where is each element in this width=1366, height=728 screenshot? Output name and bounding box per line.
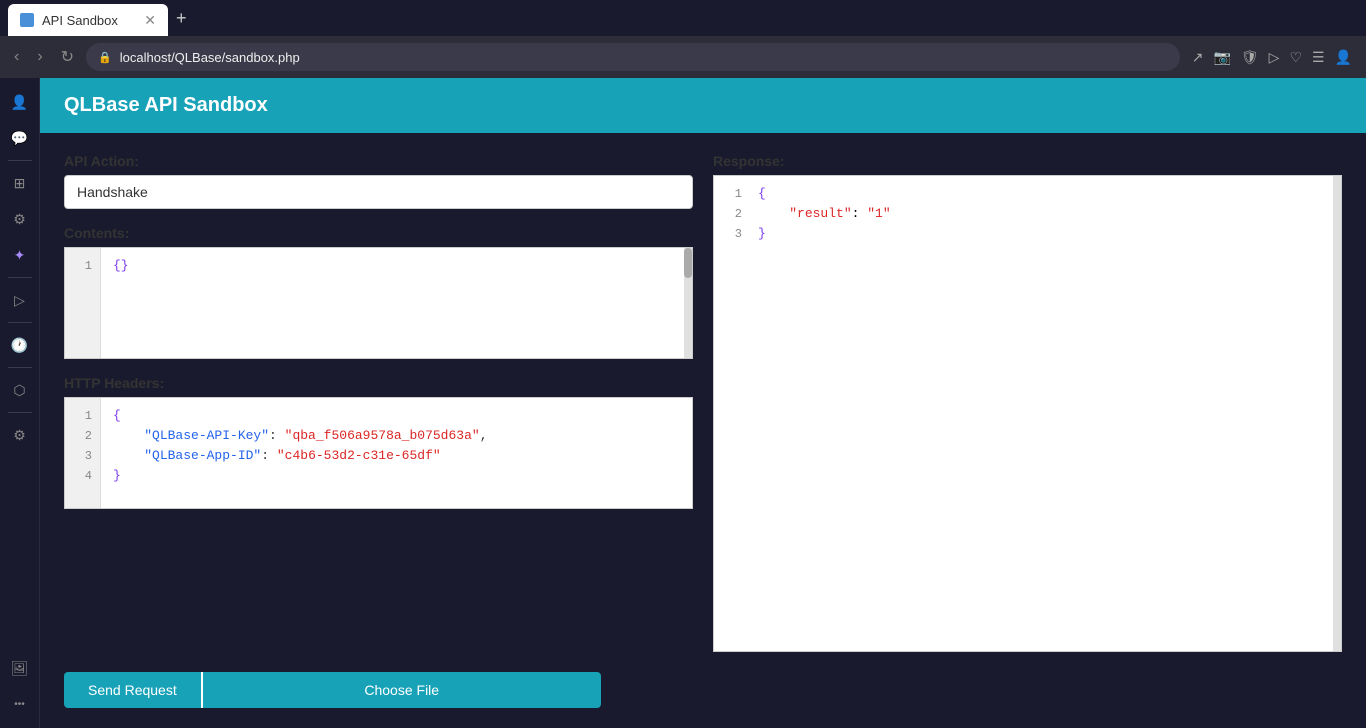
- left-panel: API Action: Contents: 1 {}: [64, 153, 693, 652]
- choose-file-button[interactable]: Choose File: [201, 672, 601, 708]
- api-action-label: API Action:: [64, 153, 693, 169]
- shield-icon[interactable]: 🛡: [1241, 49, 1259, 66]
- sidebar-play-icon[interactable]: ▷: [4, 284, 36, 316]
- sidebar-more-icon[interactable]: •••: [4, 688, 36, 720]
- tab-bar: API Sandbox ✕ +: [0, 0, 1366, 36]
- contents-scrollbar-thumb: [684, 248, 692, 278]
- sidebar-divider-2: [8, 277, 32, 278]
- send-request-button[interactable]: Send Request: [64, 672, 201, 708]
- contents-code[interactable]: {}: [101, 248, 692, 358]
- profile-icon[interactable]: 👤: [1335, 49, 1352, 66]
- http-headers-editor[interactable]: 1234 { "QLBase-API-Key": "qba_f506a9578a…: [64, 397, 693, 509]
- address-bar[interactable]: 🔒 localhost/QLBase/sandbox.php: [86, 43, 1180, 71]
- camera-icon[interactable]: 📷: [1213, 49, 1230, 66]
- contents-editor[interactable]: 1 {}: [64, 247, 693, 359]
- sidebar-images-icon[interactable]: 🖼: [4, 652, 36, 684]
- api-action-section: API Action:: [64, 153, 693, 209]
- http-headers-label: HTTP Headers:: [64, 375, 693, 391]
- contents-label: Contents:: [64, 225, 693, 241]
- sidebar-widget-icon[interactable]: ⊞: [4, 167, 36, 199]
- sidebar-divider-3: [8, 322, 32, 323]
- api-action-input[interactable]: [64, 175, 693, 209]
- http-line-numbers: 1234: [65, 398, 101, 508]
- sidebar-gear-icon[interactable]: ⚙: [4, 419, 36, 451]
- contents-section: Contents: 1 {}: [64, 225, 693, 359]
- sidebar-user-icon[interactable]: 👤: [4, 86, 36, 118]
- play-nav-icon[interactable]: ▷: [1269, 49, 1280, 66]
- lock-icon: 🔒: [98, 51, 112, 64]
- tab-title: API Sandbox: [42, 13, 118, 28]
- forward-button[interactable]: ›: [31, 44, 48, 70]
- contents-line-numbers: 1: [65, 248, 101, 358]
- tab-favicon: [20, 13, 34, 27]
- response-content: 123 { "result": "1" }: [714, 176, 1341, 252]
- tab-close-button[interactable]: ✕: [144, 12, 156, 29]
- sidebar-cube-icon[interactable]: ⬡: [4, 374, 36, 406]
- nav-bar: ‹ › ↻ 🔒 localhost/QLBase/sandbox.php ↗ 📷…: [0, 36, 1366, 78]
- response-area: 123 { "result": "1" }: [713, 175, 1342, 652]
- main-layout: 👤 💬 ⊞ ⚙ ✦ ▷ 🕐 ⬡ ⚙ 🖼 ••• QLBase API Sandb…: [0, 78, 1366, 728]
- sidebar-star-icon[interactable]: ✦: [4, 239, 36, 271]
- sidebar-chat-icon[interactable]: 💬: [4, 122, 36, 154]
- sidebar: 👤 💬 ⊞ ⚙ ✦ ▷ 🕐 ⬡ ⚙ 🖼 •••: [0, 78, 40, 728]
- address-text: localhost/QLBase/sandbox.php: [120, 50, 300, 65]
- sidebar-divider-4: [8, 367, 32, 368]
- sidebar-settings-icon[interactable]: ⚙: [4, 203, 36, 235]
- page-body: API Action: Contents: 1 {}: [40, 133, 1366, 672]
- new-tab-button[interactable]: +: [168, 8, 195, 29]
- page-title: QLBase API Sandbox: [64, 94, 268, 116]
- response-code: { "result": "1" }: [750, 176, 1341, 252]
- contents-scrollbar[interactable]: [684, 248, 692, 358]
- http-headers-section: HTTP Headers: 1234 { "QLBase-API-Key": "…: [64, 375, 693, 509]
- right-panel: Response: 123 { "result": "1" }: [713, 153, 1342, 652]
- page-header: QLBase API Sandbox: [40, 78, 1366, 133]
- share-icon[interactable]: ↗: [1192, 49, 1204, 66]
- response-line-numbers: 123: [714, 176, 750, 252]
- response-label: Response:: [713, 153, 1342, 169]
- refresh-button[interactable]: ↻: [55, 43, 80, 71]
- sidebar-divider-5: [8, 412, 32, 413]
- page-content: QLBase API Sandbox API Action: Contents:: [40, 78, 1366, 728]
- http-code-content[interactable]: { "QLBase-API-Key": "qba_f506a9578a_b075…: [101, 398, 692, 508]
- sidebar-clock-icon[interactable]: 🕐: [4, 329, 36, 361]
- button-row: Send Request Choose File: [40, 672, 1366, 728]
- active-tab[interactable]: API Sandbox ✕: [8, 4, 168, 36]
- nav-actions: ↗ 📷 🛡 ▷ ♡ ☰ 👤: [1186, 49, 1358, 66]
- heart-icon[interactable]: ♡: [1289, 49, 1302, 66]
- back-button[interactable]: ‹: [8, 44, 25, 70]
- response-scrollbar[interactable]: [1333, 176, 1341, 651]
- menu-icon[interactable]: ☰: [1312, 49, 1325, 66]
- sidebar-divider-1: [8, 160, 32, 161]
